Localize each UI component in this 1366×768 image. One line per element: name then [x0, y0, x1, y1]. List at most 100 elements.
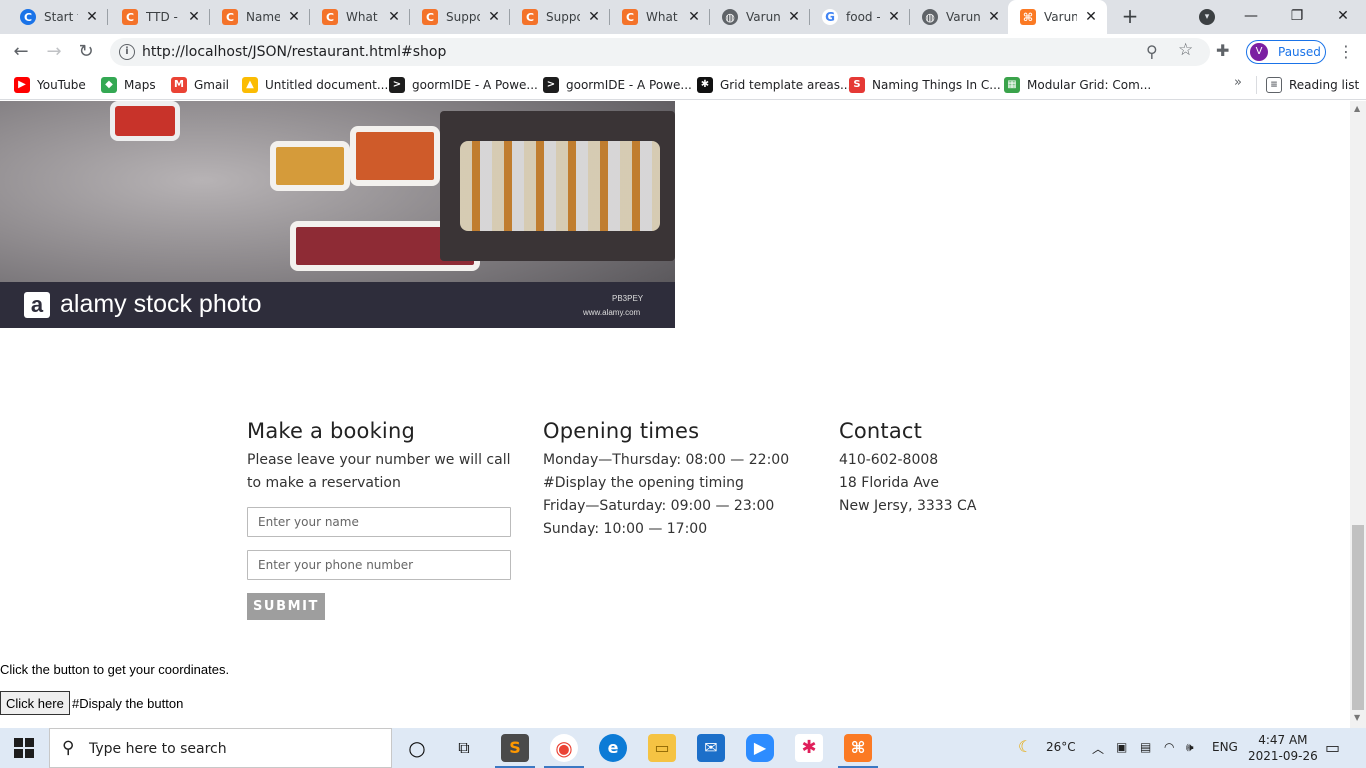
volume-icon[interactable]: 🕪: [1186, 740, 1194, 755]
browser-tab[interactable]: C TTD - ✕: [110, 0, 210, 34]
address-bar[interactable]: i http://localhost/JSON/restaurant.html#…: [110, 38, 1210, 66]
close-tab-icon[interactable]: ✕: [186, 9, 202, 25]
browser-tab[interactable]: C What ✕: [310, 0, 410, 34]
chevron-up-icon[interactable]: ︿: [1092, 740, 1104, 757]
menu-icon[interactable]: ⋮: [1338, 42, 1354, 61]
minimize-button[interactable]: —: [1236, 4, 1266, 28]
close-tab-icon[interactable]: ✕: [386, 9, 402, 25]
reading-list-icon: ≡: [1266, 77, 1282, 93]
browser-tab[interactable]: C What ✕: [610, 0, 710, 34]
booking-text: Please leave your number we will call to…: [247, 452, 511, 491]
scroll-up-icon[interactable]: ▲: [1354, 104, 1360, 113]
extensions-icon[interactable]: ✚: [1216, 41, 1229, 60]
task-view-icon[interactable]: ⧉: [450, 734, 478, 762]
windows-start-icon[interactable]: [14, 738, 34, 758]
bookmark-star-icon[interactable]: ☆: [1178, 40, 1193, 60]
globe-icon: ◍: [722, 9, 738, 25]
zoom-icon[interactable]: ⚲: [1146, 42, 1158, 61]
bookmark-item[interactable]: ✱ Grid template areas...: [697, 76, 851, 94]
reload-icon[interactable]: ↻: [74, 40, 98, 64]
file-explorer-icon[interactable]: ▭: [648, 734, 676, 762]
site-info-icon[interactable]: i: [119, 44, 135, 60]
new-tab-button[interactable]: +: [1119, 5, 1141, 29]
weather-icon[interactable]: ☾: [1018, 737, 1032, 756]
close-tab-icon[interactable]: ✕: [786, 9, 802, 25]
xampp-taskbar-icon[interactable]: ⌘: [838, 734, 878, 768]
profile-button[interactable]: V Paused: [1246, 40, 1326, 64]
reading-list-button[interactable]: ≡ Reading list: [1266, 76, 1359, 94]
youtube-icon: ▶: [14, 77, 30, 93]
zoom-app-icon[interactable]: ▶: [746, 734, 774, 762]
bookmark-item[interactable]: ▶ YouTube: [14, 76, 86, 94]
language-indicator[interactable]: ENG: [1212, 740, 1238, 754]
url-text[interactable]: http://localhost/JSON/restaurant.html#sh…: [142, 44, 446, 60]
taskbar-search-box[interactable]: ⚲ Type here to search: [49, 728, 392, 768]
submit-button[interactable]: SUBMIT: [247, 593, 325, 620]
back-icon[interactable]: ←: [9, 40, 33, 64]
tab-strip: CStart th✕CTTD - ✕CName✕CWhat ✕CSuppo✕CS…: [0, 0, 1366, 34]
phone-field[interactable]: [247, 550, 511, 580]
photo-dish: [270, 141, 350, 191]
close-tab-icon[interactable]: ✕: [286, 9, 302, 25]
display-icon[interactable]: ▤: [1140, 740, 1151, 754]
browser-tab[interactable]: Gfood - ✕: [810, 0, 910, 34]
browser-tab[interactable]: ◍ Varun' ✕: [710, 0, 810, 34]
close-tab-icon[interactable]: ✕: [486, 9, 502, 25]
profile-status: Paused: [1278, 45, 1321, 59]
browser-tab[interactable]: C Name ✕: [210, 0, 310, 34]
slack-icon[interactable]: ✱: [795, 734, 823, 762]
tab-title: What: [646, 10, 678, 24]
browser-tab[interactable]: C Suppo ✕: [510, 0, 610, 34]
restore-button[interactable]: ❐: [1282, 4, 1312, 28]
close-tab-icon[interactable]: ✕: [686, 9, 702, 25]
contact-phone: 410-602-8008: [839, 452, 939, 468]
get-coordinates-button[interactable]: Click here: [0, 691, 70, 715]
edge-icon[interactable]: e: [599, 734, 627, 762]
bookmark-label: Naming Things In C...: [872, 78, 1001, 92]
close-tab-icon[interactable]: ✕: [986, 9, 1002, 25]
taskbar-clock[interactable]: 4:47 AM 2021-09-26: [1248, 732, 1318, 764]
bookmark-item[interactable]: ◆ Maps: [101, 76, 156, 94]
bookmark-item[interactable]: M Gmail: [171, 76, 229, 94]
bookmark-item[interactable]: > goormIDE - A Powe...: [543, 76, 692, 94]
google-icon: G: [822, 9, 838, 25]
bookmark-item[interactable]: S Naming Things In C...: [849, 76, 1001, 94]
close-tab-icon[interactable]: ✕: [886, 9, 902, 25]
scroll-down-icon[interactable]: ▼: [1354, 713, 1360, 722]
browser-tab[interactable]: ⌘ Varun' ✕: [1008, 0, 1107, 34]
page-scrollbar[interactable]: ▲ ▼: [1350, 101, 1366, 728]
mail-icon[interactable]: ✉: [697, 734, 725, 762]
globe-icon: ◍: [922, 9, 938, 25]
photo-canapes: [460, 141, 660, 231]
notifications-icon[interactable]: ▭: [1325, 738, 1340, 757]
bookmark-item[interactable]: ▲ Untitled document...: [242, 76, 388, 94]
sublime-text-icon[interactable]: S: [495, 734, 535, 768]
close-tab-icon[interactable]: ✕: [1083, 9, 1099, 25]
codecamp-icon: C: [322, 9, 338, 25]
clock-date: 2021-09-26: [1248, 749, 1318, 763]
chrome-taskbar-icon[interactable]: ◉: [544, 734, 584, 768]
browser-tab[interactable]: C Start th ✕: [8, 0, 108, 34]
cortana-icon[interactable]: ○: [403, 734, 431, 762]
avatar: V: [1250, 43, 1268, 61]
weather-temperature[interactable]: 26°C: [1046, 740, 1076, 754]
close-tab-icon[interactable]: ✕: [586, 9, 602, 25]
tab-title: What: [346, 10, 378, 24]
close-window-button[interactable]: ✕: [1328, 4, 1358, 28]
bookmark-item[interactable]: > goormIDE - A Powe...: [389, 76, 538, 94]
windows-taskbar: ⚲ Type here to search ○ ⧉ S ◉ e ▭ ✉ ▶ ✱ …: [0, 728, 1366, 768]
name-field[interactable]: [247, 507, 511, 537]
meet-now-icon[interactable]: ▣: [1116, 740, 1127, 754]
close-tab-icon[interactable]: ✕: [84, 9, 100, 25]
wifi-icon[interactable]: ◠: [1164, 740, 1174, 754]
browser-tab[interactable]: ◍ Varun' ✕: [910, 0, 1010, 34]
tab-search-icon[interactable]: ▾: [1199, 9, 1215, 25]
bookmarks-overflow-icon[interactable]: »: [1234, 75, 1242, 90]
tab-title: Varun': [946, 10, 980, 24]
opening-section: Opening times Monday—Thursday: 08:00 — 2…: [543, 419, 813, 541]
scrollbar-thumb[interactable]: [1352, 525, 1364, 710]
watermark-brand: alamy stock photo: [60, 290, 262, 318]
browser-tab[interactable]: C Suppo ✕: [410, 0, 510, 34]
forward-icon[interactable]: →: [42, 40, 66, 64]
bookmark-item[interactable]: ▦ Modular Grid: Com...: [1004, 76, 1151, 94]
